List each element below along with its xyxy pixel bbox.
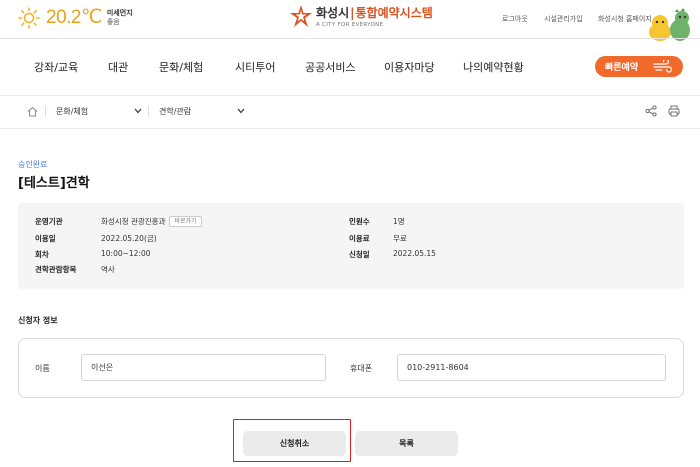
sun-icon <box>18 6 40 29</box>
detail-label: 인원수 <box>349 217 370 226</box>
chevron-down-icon[interactable] <box>237 108 245 114</box>
logo-title: 화성시|통합예약시스템 <box>316 4 433 21</box>
breadcrumb-level2[interactable]: 견학/관람 <box>159 106 191 117</box>
dust-label: 미세먼지 <box>106 8 133 17</box>
wind-icon <box>653 60 673 73</box>
detail-value: 2022.05.20(금) <box>101 234 157 243</box>
page-title: [테스트]견학 <box>18 176 90 191</box>
nav-item-city-tour[interactable]: 시티투어 <box>235 59 275 75</box>
breadcrumb-separator <box>148 106 149 117</box>
detail-value: 무료 <box>393 234 407 243</box>
name-field[interactable]: 이선은 <box>81 354 326 381</box>
dust-status: 미세먼지 좋음 <box>107 9 133 27</box>
logo-emblem-icon <box>290 5 312 27</box>
nav-item-my-reservations[interactable]: 나의예약현황 <box>463 59 524 75</box>
temperature: 20.2℃ <box>46 7 102 28</box>
quick-reserve-button[interactable]: 빠른예약 <box>595 56 683 77</box>
chevron-down-icon[interactable] <box>134 108 142 114</box>
status-badge: 승인완료 <box>18 160 48 169</box>
detail-value: 역사 <box>101 265 115 274</box>
nav-item-user-plaza[interactable]: 이용자마당 <box>384 59 435 75</box>
logo-tagline: A CITY FOR EVERYONE <box>316 22 384 28</box>
organizer-link-button[interactable]: 바로가기 <box>169 216 202 227</box>
breadcrumb-bottom-divider <box>0 128 700 129</box>
detail-value: 10:00~12:00 <box>101 249 151 258</box>
breadcrumb-level1[interactable]: 문화/체험 <box>56 106 88 117</box>
signup-link[interactable]: 시설관리가입 <box>544 14 583 24</box>
applicant-section-title: 신청자 정보 <box>18 316 58 325</box>
reservation-details: 운영기관 화성시청 관광진흥과 바로가기 이용일 2022.05.20(금) 회차… <box>18 203 684 289</box>
share-icon[interactable] <box>645 105 657 117</box>
nav-item-public-service[interactable]: 공공서비스 <box>305 59 356 75</box>
detail-value: 2022.05.15 <box>393 249 436 258</box>
logo-system: 통합예약시스템 <box>355 6 433 20</box>
detail-label: 견학관람항목 <box>35 265 77 274</box>
logo-separator: | <box>350 6 355 20</box>
name-label: 이름 <box>35 364 50 373</box>
weather-widget: 20.2℃ 미세먼지 좋음 <box>18 6 133 29</box>
phone-label: 휴대폰 <box>350 364 373 373</box>
detail-label: 이용일 <box>35 234 56 243</box>
top-bar: 20.2℃ 미세먼지 좋음 화성시|통합예약시스템 A CITY FOR EVE… <box>0 0 700 41</box>
cancel-application-button[interactable]: 신청취소 <box>243 431 346 456</box>
nav-item-rental[interactable]: 대관 <box>108 59 128 75</box>
logo-city: 화성시 <box>316 6 350 20</box>
logo-text: 화성시|통합예약시스템 A CITY FOR EVERYONE <box>316 4 433 28</box>
logout-link[interactable]: 로그아웃 <box>502 14 528 24</box>
detail-value: 화성시청 관광진흥과 바로가기 <box>101 216 202 227</box>
nav-item-lectures[interactable]: 강좌/교육 <box>34 59 78 75</box>
quick-reserve-label: 빠른예약 <box>605 63 639 73</box>
nav-item-culture[interactable]: 문화/체험 <box>159 59 203 75</box>
breadcrumb-top-divider <box>0 95 700 96</box>
phone-field[interactable]: 010-2911-8604 <box>397 354 666 381</box>
detail-label: 신청일 <box>349 250 370 259</box>
list-button[interactable]: 목록 <box>355 431 458 456</box>
dust-value: 좋음 <box>106 17 120 26</box>
header-divider <box>0 38 700 39</box>
detail-label: 운영기관 <box>35 217 63 226</box>
mascot-icon <box>649 8 690 41</box>
print-icon[interactable] <box>668 105 680 117</box>
breadcrumb-separator <box>45 106 46 117</box>
home-icon[interactable] <box>27 106 38 117</box>
detail-value: 1명 <box>393 217 405 226</box>
organizer-name: 화성시청 관광진흥과 <box>101 217 166 226</box>
detail-label: 이용료 <box>349 234 370 243</box>
site-logo[interactable]: 화성시|통합예약시스템 A CITY FOR EVERYONE <box>289 4 433 28</box>
detail-label: 회차 <box>35 250 49 259</box>
